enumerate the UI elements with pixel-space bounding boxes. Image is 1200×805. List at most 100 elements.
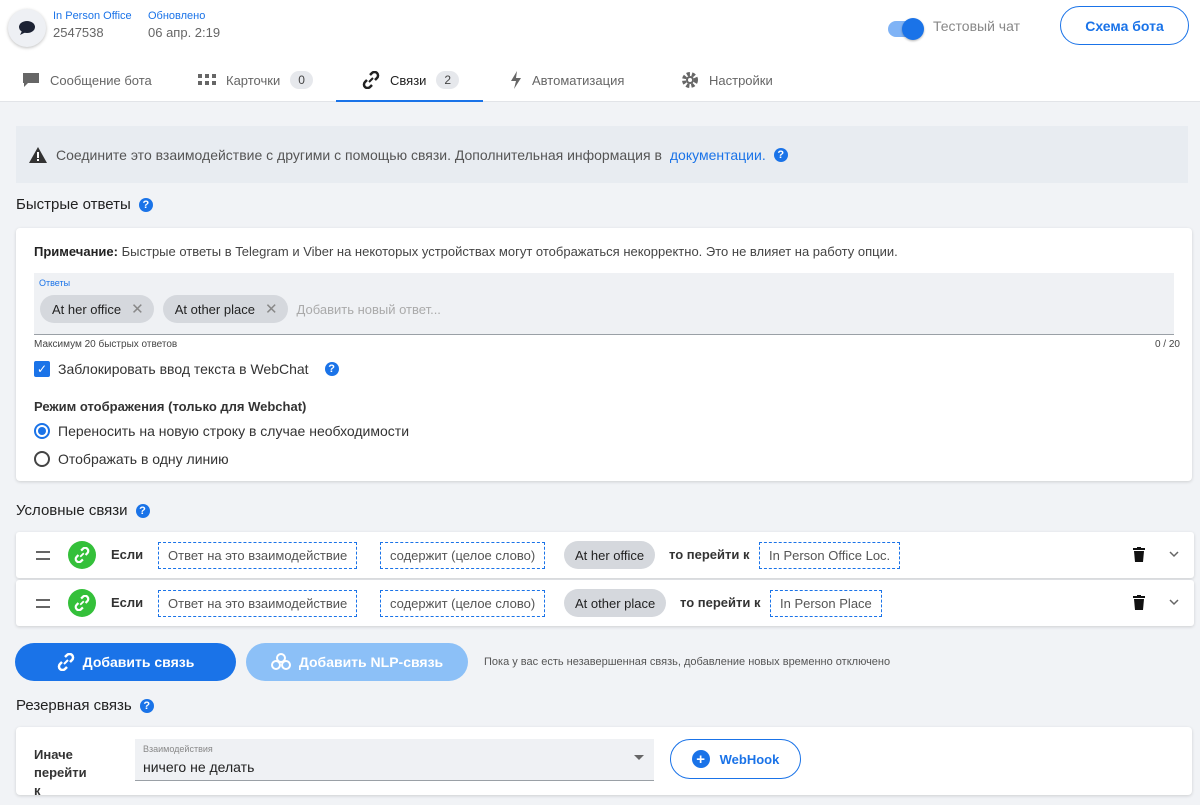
bot-id: 2547538 — [53, 25, 104, 40]
chevron-down-icon[interactable] — [1168, 596, 1180, 608]
mode-option-single-line[interactable]: Отображать в одну линию — [34, 451, 229, 467]
disabled-hint: Пока у вас есть незавершенная связь, доб… — [484, 656, 891, 668]
then-label: то перейти к — [680, 595, 761, 610]
tab-links[interactable]: Связи 2 — [336, 58, 483, 102]
tab-settings[interactable]: Настройки — [681, 58, 773, 102]
help-icon[interactable]: ? — [324, 362, 339, 376]
select-label: Взаимодействия — [143, 744, 213, 754]
chip-label: At other place — [174, 301, 255, 317]
bot-info: In Person Office 2547538 — [53, 10, 132, 43]
add-answer-input[interactable]: Добавить новый ответ... — [297, 302, 441, 317]
notice-text: Соедините это взаимодействие с другими с… — [56, 146, 662, 163]
fallback-card: Иначе перейти к Взаимодействия ничего не… — [16, 727, 1192, 798]
answers-counter: 0 / 20 — [1154, 339, 1180, 350]
drag-handle-icon[interactable] — [36, 551, 50, 560]
conditional-link-row: Если Ответ на это взаимодействие содержи… — [16, 532, 1194, 578]
condition-operator-select[interactable]: содержит (целое слово) — [380, 542, 546, 569]
help-icon[interactable]: ? — [138, 197, 153, 212]
webhook-button[interactable]: + WebHook — [670, 739, 801, 779]
answers-field[interactable]: Ответы At her office ✕ At other place ✕ … — [34, 273, 1174, 335]
condition-operator-select[interactable]: содержит (целое слово) — [380, 590, 546, 617]
tab-cards[interactable]: Карточки 0 — [198, 58, 313, 102]
answer-chip[interactable]: At other place ✕ — [162, 295, 288, 323]
radio-button[interactable] — [34, 423, 50, 439]
section-title-text: Условные связи — [16, 502, 128, 519]
updated-value: 06 апр. 2:19 — [148, 25, 221, 40]
button-label: WebHook — [719, 751, 780, 767]
bot-avatar[interactable] — [8, 9, 46, 47]
block-input-label: Заблокировать ввод текста в WebChat — [58, 361, 309, 377]
quick-replies-card: Примечание: Быстрые ответы в Telegram и … — [16, 228, 1192, 481]
button-label: Добавить связь — [82, 654, 195, 670]
if-label: Если — [111, 547, 144, 562]
answer-chip[interactable]: At her office ✕ — [40, 295, 154, 323]
info-notice: Соедините это взаимодействие с другими с… — [16, 126, 1188, 183]
chevron-down-icon[interactable] — [1168, 548, 1180, 560]
max-answers-hint: Максимум 20 быстрых ответов — [34, 339, 178, 350]
tab-label: Настройки — [709, 72, 773, 88]
block-input-option[interactable]: ✓ Заблокировать ввод текста в WebChat ? — [34, 361, 339, 377]
documentation-link[interactable]: документации. — [670, 147, 766, 163]
link-icon — [362, 71, 380, 89]
drag-handle-icon[interactable] — [36, 599, 50, 608]
section-title-text: Резервная связь — [16, 697, 132, 714]
close-icon[interactable]: ✕ — [265, 300, 278, 318]
condition-source-select[interactable]: Ответ на это взаимодействие — [158, 542, 358, 569]
chat-bubble-icon — [19, 21, 35, 35]
tab-label: Карточки — [226, 72, 281, 88]
tab-bar: Сообщение бота Карточки 0 Связи 2 Автома… — [0, 58, 1200, 102]
close-icon[interactable]: ✕ — [131, 300, 144, 318]
tab-count-badge: 0 — [290, 71, 313, 89]
then-label: то перейти к — [669, 547, 750, 562]
help-icon[interactable]: ? — [773, 147, 788, 162]
target-select[interactable]: In Person Place — [770, 590, 882, 617]
header-bar: In Person Office 2547538 Обновлено 06 ап… — [0, 0, 1200, 58]
dropdown-arrow-icon — [634, 755, 644, 760]
fallback-link-title: Резервная связь ? — [16, 697, 154, 714]
tab-label: Автоматизация — [532, 72, 625, 88]
schema-button[interactable]: Схема бота — [1060, 6, 1189, 45]
radio-label: Отображать в одну линию — [58, 451, 229, 467]
section-title-text: Быстрые ответы — [16, 196, 131, 213]
nlp-icon — [270, 653, 291, 670]
link-icon — [68, 589, 96, 617]
tab-label: Связи — [390, 72, 427, 88]
if-label: Если — [111, 595, 144, 610]
radio-button[interactable] — [34, 451, 50, 467]
trash-icon[interactable] — [1133, 595, 1145, 610]
plus-icon: + — [691, 750, 710, 768]
else-label: Иначе перейти к — [34, 747, 87, 798]
lightning-icon — [511, 71, 521, 89]
warning-icon — [29, 146, 47, 163]
target-select[interactable]: In Person Office Loc. — [759, 542, 901, 569]
updated-info: Обновлено 06 апр. 2:19 — [148, 10, 220, 43]
condition-value[interactable]: At other place — [564, 589, 667, 617]
tab-bot-message[interactable]: Сообщение бота — [22, 58, 152, 102]
button-label: Добавить NLP-связь — [298, 654, 444, 670]
toggle-knob — [902, 18, 924, 40]
select-value: ничего не делать — [143, 759, 255, 775]
test-chat-toggle[interactable] — [888, 18, 924, 40]
quick-replies-title: Быстрые ответы ? — [16, 196, 153, 213]
help-icon[interactable]: ? — [139, 698, 154, 713]
answers-label: Ответы — [39, 278, 71, 288]
message-icon — [23, 73, 39, 87]
condition-source-select[interactable]: Ответ на это взаимодействие — [158, 590, 358, 617]
link-icon — [68, 541, 96, 569]
trash-icon[interactable] — [1133, 547, 1145, 562]
tab-label: Сообщение бота — [50, 72, 152, 88]
link-icon — [57, 653, 74, 671]
bot-name: In Person Office — [53, 10, 132, 22]
condition-value[interactable]: At her office — [564, 541, 656, 569]
radio-label: Переносить на новую строку в случае необ… — [58, 423, 410, 439]
block-input-checkbox[interactable]: ✓ — [34, 361, 50, 377]
add-nlp-link-button[interactable]: Добавить NLP-связь — [246, 643, 468, 681]
chip-label: At her office — [52, 301, 122, 317]
tab-automation[interactable]: Автоматизация — [510, 58, 624, 102]
help-icon[interactable]: ? — [135, 503, 150, 518]
mode-option-wrap[interactable]: Переносить на новую строку в случае необ… — [34, 423, 409, 439]
interaction-select[interactable]: Взаимодействия ничего не делать — [135, 739, 654, 781]
add-link-button[interactable]: Добавить связь — [15, 643, 236, 681]
conditional-link-row: Если Ответ на это взаимодействие содержи… — [16, 580, 1194, 626]
conditional-links-title: Условные связи ? — [16, 502, 150, 519]
